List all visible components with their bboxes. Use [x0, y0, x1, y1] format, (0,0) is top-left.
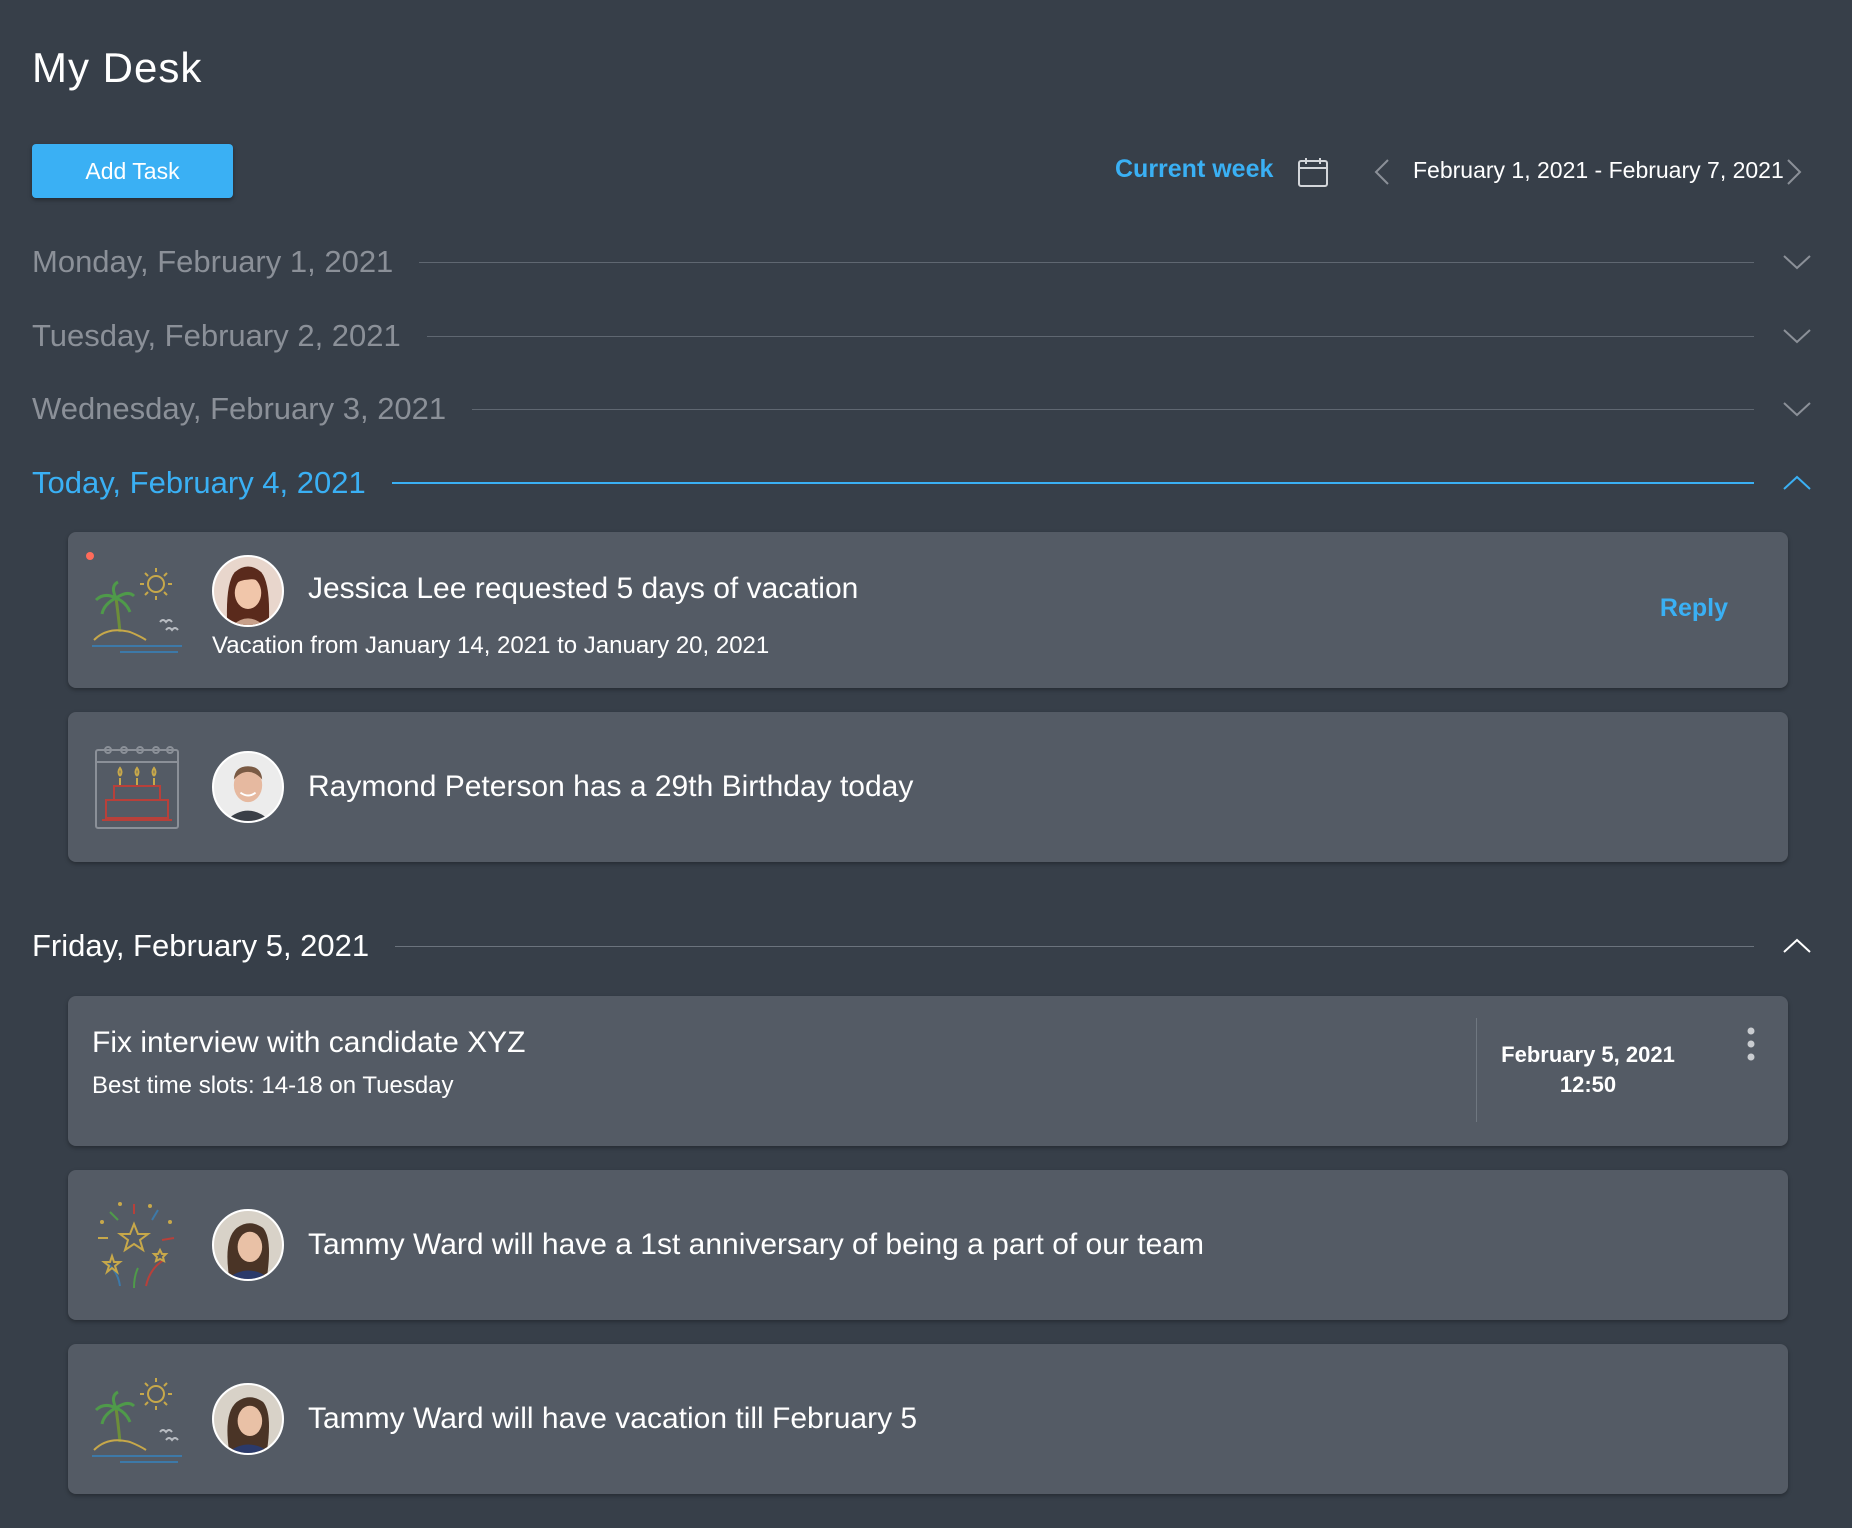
day-label: Today, February 4, 2021 — [32, 465, 366, 500]
beach-vacation-icon — [92, 1378, 182, 1463]
day-header-tuesday[interactable]: Tuesday, February 2, 2021 — [32, 314, 1812, 358]
calendar-icon[interactable] — [1297, 156, 1329, 188]
anniversary-card: Tammy Ward will have a 1st anniversary o… — [68, 1170, 1788, 1320]
notification-title: Tammy Ward will have vacation till Febru… — [308, 1402, 918, 1435]
task-title: Fix interview with candidate XYZ — [92, 1026, 526, 1059]
day-header-friday[interactable]: Friday, February 5, 2021 — [32, 924, 1812, 968]
more-vertical-icon[interactable] — [1744, 1026, 1758, 1062]
avatar-tammy-ward[interactable] — [212, 1383, 284, 1455]
birthday-cake-calendar-icon — [95, 746, 179, 829]
vacation-card: Tammy Ward will have vacation till Febru… — [68, 1344, 1788, 1494]
divider — [426, 335, 1754, 337]
day-header-monday[interactable]: Monday, February 1, 2021 — [32, 240, 1812, 284]
avatar-tammy-ward[interactable] — [212, 1209, 284, 1281]
vacation-request-card: Jessica Lee requested 5 days of vacation… — [68, 532, 1788, 688]
day-label: Wednesday, February 3, 2021 — [32, 391, 447, 426]
chevron-down-icon[interactable] — [1782, 326, 1812, 346]
divider — [1476, 1018, 1477, 1122]
current-week-button[interactable]: Current week — [1115, 155, 1273, 184]
avatar-jessica-lee[interactable] — [212, 555, 284, 627]
task-subtitle: Best time slots: 14-18 on Tuesday — [92, 1072, 454, 1099]
task-due-datetime: February 5, 2021 12:50 — [1488, 1040, 1688, 1100]
beach-vacation-icon — [92, 568, 182, 653]
day-label: Tuesday, February 2, 2021 — [32, 318, 401, 353]
day-header-today[interactable]: Today, February 4, 2021 — [32, 461, 1812, 505]
divider — [472, 408, 1754, 410]
notification-title: Raymond Peterson has a 29th Birthday tod… — [308, 770, 914, 803]
chevron-up-icon[interactable] — [1782, 936, 1812, 956]
notification-title: Tammy Ward will have a 1st anniversary o… — [308, 1228, 1204, 1261]
task-due-date: February 5, 2021 — [1501, 1042, 1675, 1067]
chevron-right-icon[interactable] — [1784, 158, 1804, 186]
notification-subtitle: Vacation from January 14, 2021 to Januar… — [212, 632, 770, 659]
divider — [391, 482, 1754, 484]
add-task-button[interactable]: Add Task — [32, 144, 233, 198]
chevron-left-icon[interactable] — [1372, 158, 1392, 186]
reply-link[interactable]: Reply — [1660, 594, 1728, 623]
unread-indicator — [86, 552, 94, 560]
chevron-up-icon[interactable] — [1782, 473, 1812, 493]
divider — [395, 945, 1754, 947]
avatar-raymond-peterson[interactable] — [212, 751, 284, 823]
day-label: Friday, February 5, 2021 — [32, 928, 370, 963]
day-header-wednesday[interactable]: Wednesday, February 3, 2021 — [32, 387, 1812, 431]
birthday-card: Raymond Peterson has a 29th Birthday tod… — [68, 712, 1788, 862]
day-label: Monday, February 1, 2021 — [32, 244, 394, 279]
date-range: February 1, 2021 - February 7, 2021 — [1413, 157, 1784, 183]
chevron-down-icon[interactable] — [1782, 399, 1812, 419]
page-title: My Desk — [32, 44, 203, 91]
divider — [419, 261, 1754, 263]
task-card[interactable]: Fix interview with candidate XYZ Best ti… — [68, 996, 1788, 1146]
notification-title: Jessica Lee requested 5 days of vacation — [308, 572, 859, 605]
fireworks-anniversary-icon — [98, 1202, 175, 1289]
task-due-time: 12:50 — [1559, 1072, 1617, 1097]
chevron-down-icon[interactable] — [1782, 252, 1812, 272]
